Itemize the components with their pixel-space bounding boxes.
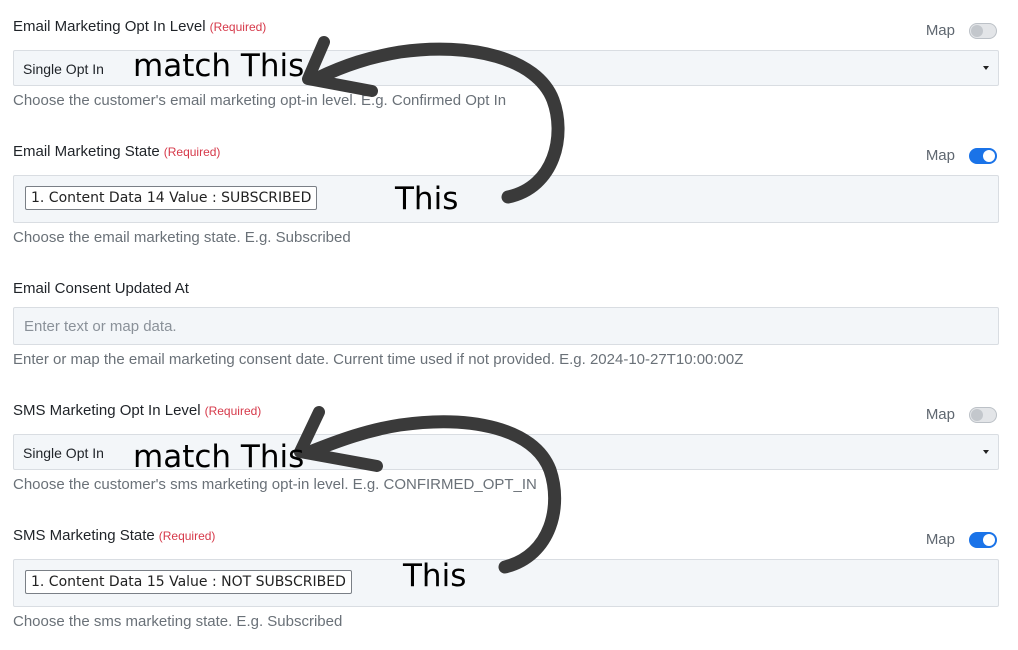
annotation-arrow-bottom — [303, 415, 562, 574]
annotation-match-this-2: match This — [133, 439, 305, 475]
annotation-arrows — [294, 36, 565, 574]
annotation-this-2: This — [403, 558, 467, 594]
annotation-arrow-top — [311, 42, 565, 204]
annotation-match-this-1: match This — [133, 48, 305, 84]
annotation-this-1: This — [395, 181, 459, 217]
